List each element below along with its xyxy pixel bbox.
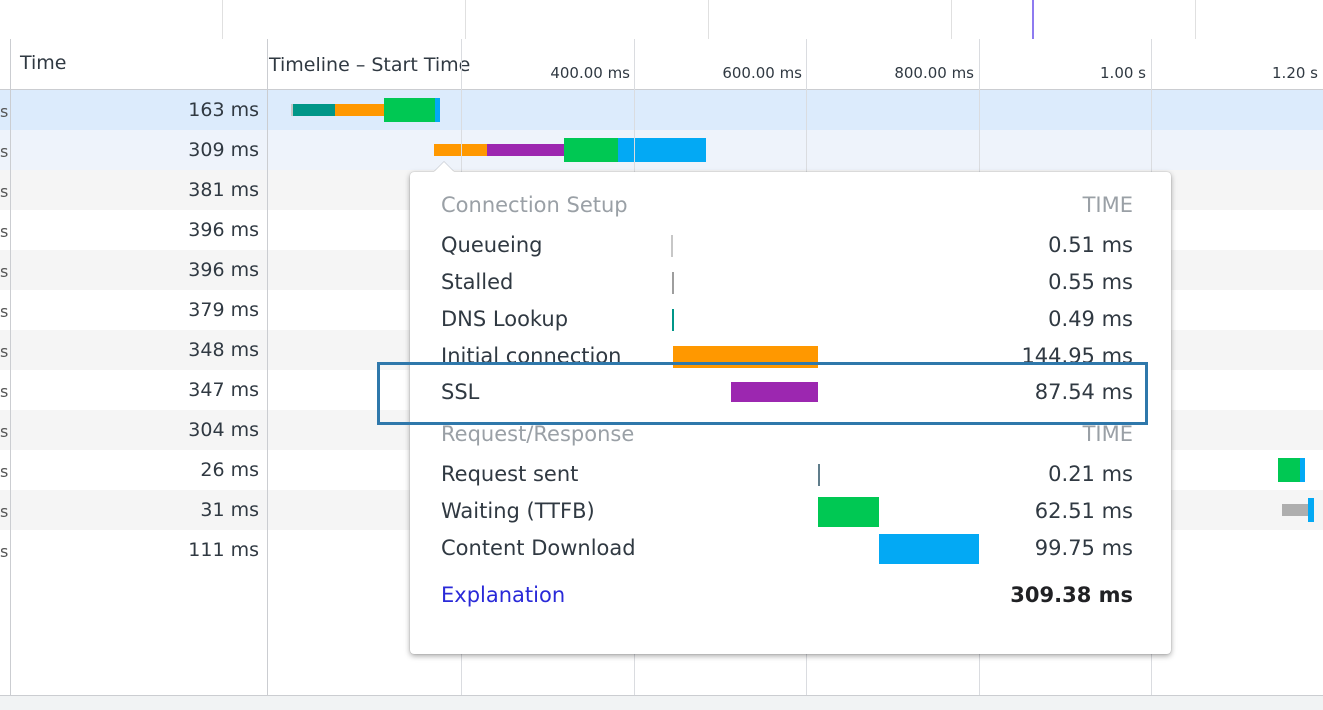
timing-bar (731, 382, 818, 402)
timing-row-initial-connection: Initial connection 144.95 ms (441, 342, 1133, 372)
timing-bar (818, 464, 820, 486)
timing-bar (879, 534, 979, 564)
timing-value: 0.51 ms (1048, 233, 1133, 257)
row-time: 396 ms (188, 259, 259, 281)
waterfall-content-download (618, 138, 706, 162)
waterfall-initial-connection (335, 104, 384, 116)
timing-bar (673, 346, 818, 368)
overview-divider (465, 0, 466, 39)
load-event-marker (1032, 0, 1034, 39)
tick-label: 600.00 ms (722, 64, 802, 82)
truncated-cell: s (0, 222, 9, 241)
timing-bar (818, 497, 879, 527)
row-time: 111 ms (188, 539, 259, 561)
overview-divider (222, 0, 223, 39)
truncated-cell: s (0, 102, 9, 121)
timing-label: Queueing (441, 233, 543, 257)
row-time: 31 ms (200, 499, 259, 521)
waterfall-dns (293, 104, 335, 116)
overview-divider (951, 0, 952, 39)
explanation-link[interactable]: Explanation (441, 583, 565, 607)
timing-label: Initial connection (441, 344, 622, 368)
time-column-header[interactable]: Time (20, 52, 67, 74)
timeline-column-header[interactable]: Timeline – Start Time (269, 54, 470, 76)
tick-label: 400.00 ms (550, 64, 630, 82)
tick-label: 800.00 ms (894, 64, 974, 82)
truncated-cell: s (0, 422, 9, 441)
timing-row-content-download: Content Download 99.75 ms (441, 534, 1133, 564)
timing-row-ssl: SSL 87.54 ms (441, 378, 1133, 408)
waterfall-waiting (1278, 458, 1300, 482)
timing-row-dns-lookup: DNS Lookup 0.49 ms (441, 305, 1133, 335)
truncated-cell: s (0, 382, 9, 401)
row-time: 347 ms (188, 379, 259, 401)
timing-row-stalled: Stalled 0.55 ms (441, 268, 1133, 298)
waterfall-waiting (384, 98, 435, 122)
truncated-cell: s (0, 542, 9, 561)
truncated-cell: s (0, 142, 9, 161)
timing-value: 0.55 ms (1048, 270, 1133, 294)
row-time: 163 ms (188, 99, 259, 121)
timing-value: 144.95 ms (1021, 344, 1133, 368)
row-time: 348 ms (188, 339, 259, 361)
timing-value: 0.49 ms (1048, 307, 1133, 331)
tick-label: 1.00 s (1100, 64, 1146, 82)
truncated-cell: s (0, 462, 9, 481)
truncated-cell: s (0, 182, 9, 201)
timing-label: SSL (441, 380, 480, 404)
row-time: 379 ms (188, 299, 259, 321)
row-time: 304 ms (188, 419, 259, 441)
section-column-label: TIME (1082, 422, 1133, 446)
overview-divider (708, 0, 709, 39)
truncated-cell: s (0, 502, 9, 521)
timing-popover: Connection Setup TIME Queueing 0.51 ms S… (410, 162, 1171, 654)
tick-label: 1.20 s (1272, 64, 1318, 82)
timing-label: Stalled (441, 270, 514, 294)
table-row[interactable]: s 163 ms (0, 90, 1323, 130)
row-time: 396 ms (188, 219, 259, 241)
timing-row-queueing: Queueing 0.51 ms (441, 231, 1133, 261)
request-response-header: Request/Response TIME (441, 420, 1133, 450)
timing-label: Waiting (TTFB) (441, 499, 595, 523)
column-divider[interactable] (267, 39, 268, 695)
section-title: Request/Response (441, 422, 635, 446)
row-time: 309 ms (188, 139, 259, 161)
timing-row-waiting: Waiting (TTFB) 62.51 ms (441, 497, 1133, 527)
truncated-cell: s (0, 342, 9, 361)
horizontal-scrollbar[interactable] (0, 695, 1323, 710)
overview-divider (1195, 0, 1196, 39)
timing-value: 99.75 ms (1034, 536, 1133, 560)
column-divider[interactable] (10, 39, 11, 695)
section-column-label: TIME (1082, 193, 1133, 217)
timing-bar (672, 309, 674, 331)
timing-value: 62.51 ms (1034, 499, 1133, 523)
waterfall-content-download (1300, 458, 1305, 482)
timing-bar (671, 235, 673, 257)
waterfall-stalled (1282, 504, 1308, 516)
waterfall-waiting (564, 138, 618, 162)
section-title: Connection Setup (441, 193, 628, 217)
waterfall-ssl (487, 144, 564, 156)
truncated-cell: s (0, 262, 9, 281)
table-header: Time Timeline – Start Time 400.00 ms 600… (0, 39, 1323, 90)
truncated-cell: s (0, 302, 9, 321)
timing-value: 87.54 ms (1034, 380, 1133, 404)
timing-label: Request sent (441, 462, 579, 486)
waterfall-content-download (1308, 498, 1314, 522)
timeline-overview[interactable] (0, 0, 1323, 40)
table-row[interactable]: s 309 ms (0, 130, 1323, 170)
timing-total-row: Explanation 309.38 ms (441, 581, 1133, 611)
timing-row-request-sent: Request sent 0.21 ms (441, 460, 1133, 490)
timing-bar (672, 272, 674, 294)
waterfall-content-download (435, 98, 440, 122)
connection-setup-header: Connection Setup TIME (441, 191, 1133, 221)
row-time: 381 ms (188, 179, 259, 201)
row-time: 26 ms (200, 459, 259, 481)
total-time: 309.38 ms (1010, 583, 1133, 607)
popover-arrow (434, 162, 454, 172)
timing-label: Content Download (441, 536, 636, 560)
timing-value: 0.21 ms (1048, 462, 1133, 486)
timing-label: DNS Lookup (441, 307, 569, 331)
